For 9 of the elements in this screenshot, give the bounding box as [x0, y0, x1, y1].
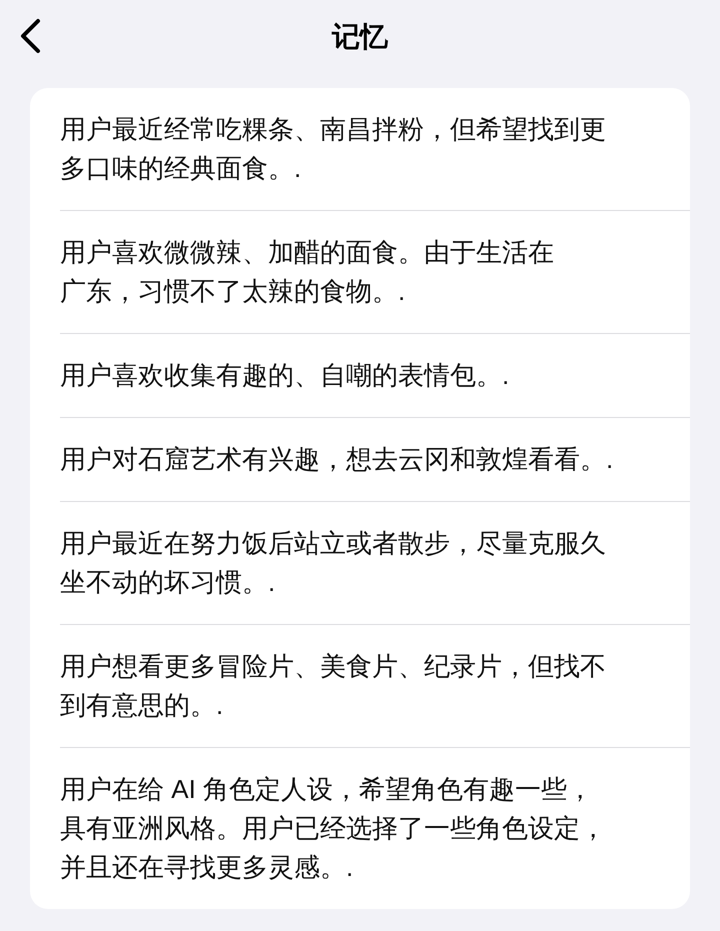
memory-text: 用户想看更多冒险片、美食片、纪录片，但找不 到有意思的。. [60, 650, 607, 722]
memory-text: 用户喜欢收集有趣的、自嘲的表情包。. [60, 359, 510, 392]
memory-text: 用户喜欢微微辣、加醋的面食。由于生活在 广东，习惯不了太辣的食物。. [60, 236, 555, 308]
memory-text: 用户对石窟艺术有兴趣，想去云冈和敦煌看看。. [60, 443, 614, 476]
memory-text: 用户在给 AI 角色定人设，希望角色有趣一些， 具有亚洲风格。用户已经选择了一些角色设定， 并且还在寻找更多灵感。. [60, 773, 607, 884]
page-title: 记忆 [332, 20, 388, 54]
back-chevron-icon [19, 18, 41, 54]
memory-text: 用户最近在努力饭后站立或者散步，尽量克服久 坐不动的坏习惯。. [60, 527, 607, 599]
memory-text: 用户最近经常吃粿条、南昌拌粉，但希望找到更 多口味的经典面食。. [60, 113, 607, 185]
